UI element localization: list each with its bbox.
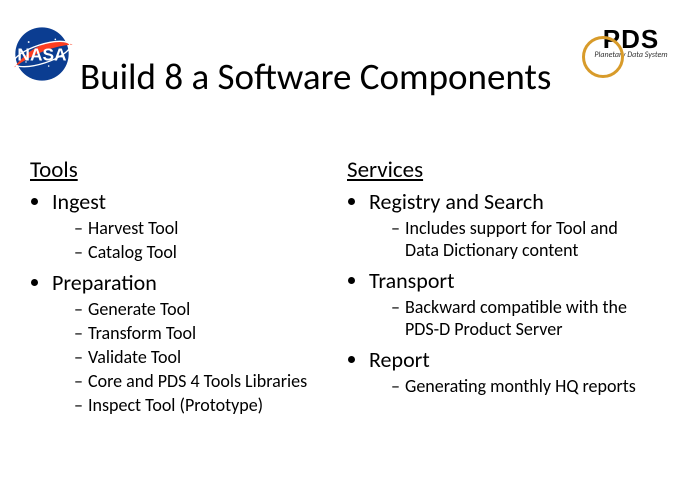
slide-body: Tools Ingest Harvest Tool Catalog Tool P… xyxy=(30,156,664,484)
nasa-logo: NASA xyxy=(8,26,76,82)
svg-text:NASA: NASA xyxy=(17,45,67,65)
sub-list: Backward compatible with the PDS-D Produ… xyxy=(369,296,654,340)
sub-item: Catalog Tool xyxy=(74,241,337,263)
sub-list: Generate Tool Transform Tool Validate To… xyxy=(52,298,337,416)
sub-list: Harvest Tool Catalog Tool xyxy=(52,217,337,263)
sub-item: Generating monthly HQ reports xyxy=(391,375,654,397)
sub-item: Backward compatible with the PDS-D Produ… xyxy=(391,296,654,340)
sub-item: Core and PDS 4 Tools Libraries xyxy=(74,370,337,392)
sub-item: Transform Tool xyxy=(74,322,337,344)
list-item: Registry and Search Includes support for… xyxy=(369,188,654,261)
item-label: Report xyxy=(369,346,430,373)
list-item: Ingest Harvest Tool Catalog Tool xyxy=(52,188,337,263)
sub-list: Includes support for Tool and Data Dicti… xyxy=(369,217,654,261)
sub-item: Generate Tool xyxy=(74,298,337,320)
services-heading: Services xyxy=(347,156,654,184)
list-item: Transport Backward compatible with the P… xyxy=(369,267,654,340)
sub-list: Generating monthly HQ reports xyxy=(369,375,654,397)
item-label: Ingest xyxy=(52,188,106,215)
left-column: Tools Ingest Harvest Tool Catalog Tool P… xyxy=(30,156,347,484)
pds-logo: PDS Planetary Data System xyxy=(586,26,676,82)
item-label: Registry and Search xyxy=(369,188,544,215)
slide-title: Build 8 a Software Components xyxy=(80,54,594,99)
sub-item: Inspect Tool (Prototype) xyxy=(74,394,337,416)
list-item: Report Generating monthly HQ reports xyxy=(369,346,654,397)
sub-item: Harvest Tool xyxy=(74,217,337,239)
tools-heading: Tools xyxy=(30,156,337,184)
sub-item: Validate Tool xyxy=(74,346,337,368)
list-item: Preparation Generate Tool Transform Tool… xyxy=(52,269,337,416)
slide: NASA PDS Planetary Data System Build 8 a… xyxy=(0,0,684,504)
right-column: Services Registry and Search Includes su… xyxy=(347,156,664,484)
item-label: Preparation xyxy=(52,269,157,296)
item-label: Transport xyxy=(369,267,454,294)
tools-list: Ingest Harvest Tool Catalog Tool Prepara… xyxy=(30,188,337,416)
services-list: Registry and Search Includes support for… xyxy=(347,188,654,397)
sub-item: Includes support for Tool and Data Dicti… xyxy=(391,217,654,261)
